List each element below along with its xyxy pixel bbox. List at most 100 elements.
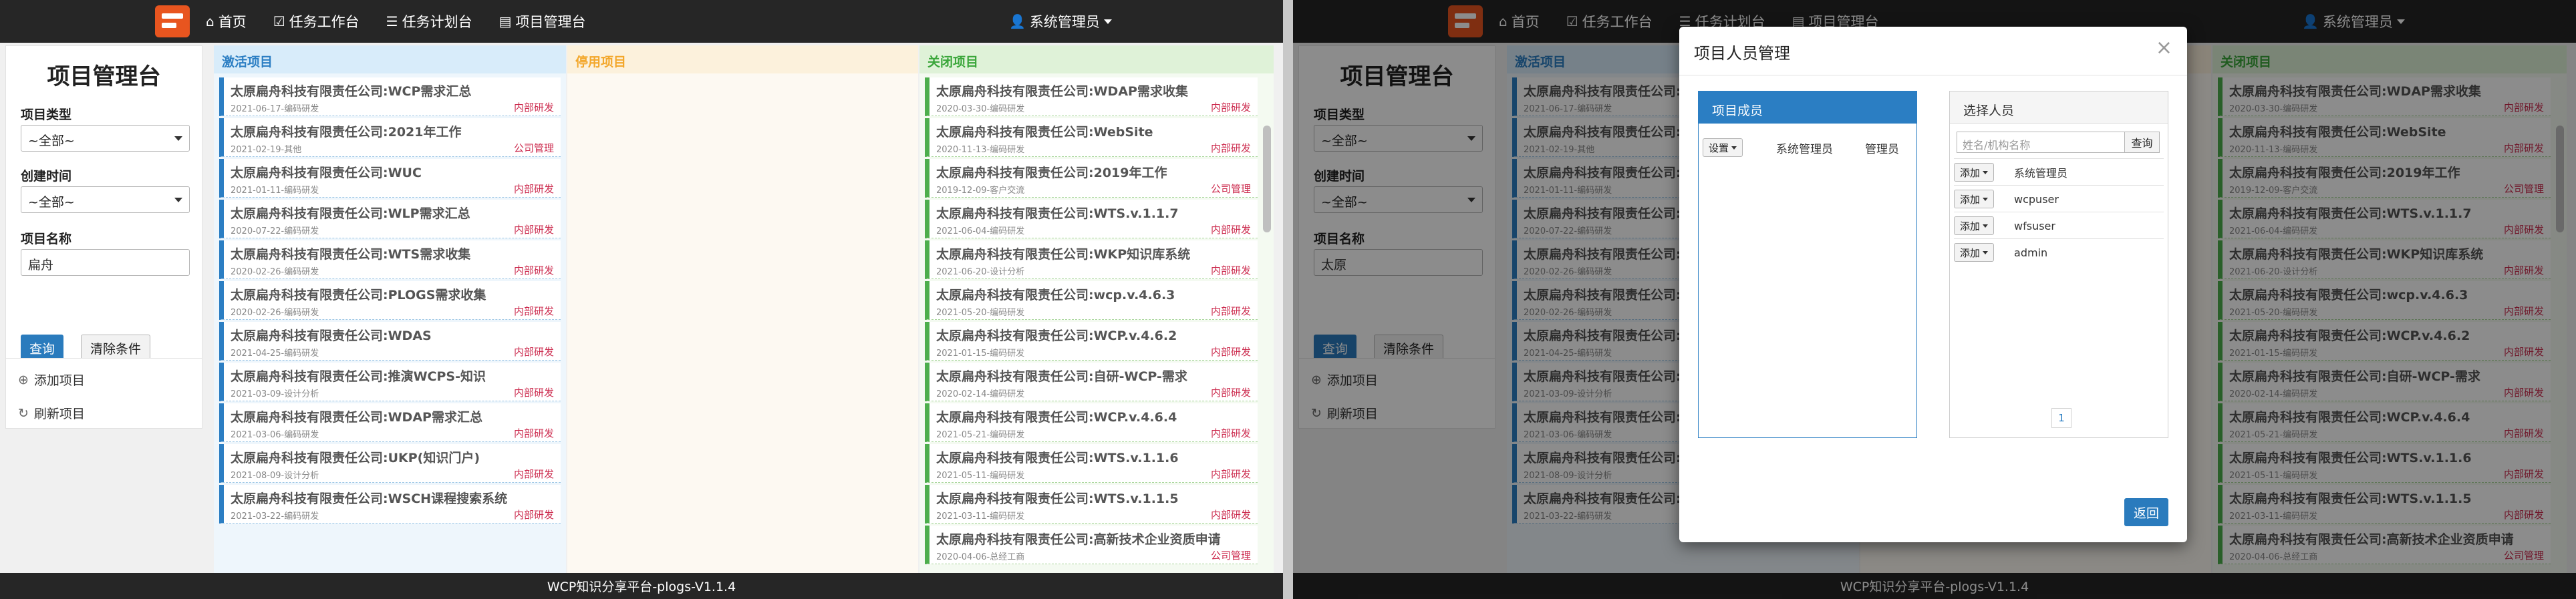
user-icon: 👤 bbox=[1009, 13, 1026, 29]
chevron-down-icon bbox=[1983, 170, 1989, 174]
project-card[interactable]: 太原扁舟科技有限责任公司:WKP知识库系统 2021-06-20-设计分析 内部研发 bbox=[925, 240, 1258, 279]
project-card-meta: 2021-01-11-编码研发 bbox=[231, 186, 319, 196]
project-card-tag: 内部研发 bbox=[1210, 102, 1251, 114]
project-card[interactable]: 太原扁舟科技有限责任公司:WUC 2021-01-11-编码研发 内部研发 bbox=[219, 159, 561, 198]
clear-button[interactable]: 清除条件 bbox=[81, 335, 150, 361]
project-card[interactable]: 太原扁舟科技有限责任公司:WCP.v.4.6.4 2021-05-21-编码研发 内… bbox=[925, 403, 1258, 442]
project-card[interactable]: 太原扁舟科技有限责任公司:自研-WCP-需求 2020-02-14-编码研发 内部研… bbox=[925, 363, 1258, 401]
active-column-title: 激活项目 bbox=[214, 45, 566, 73]
project-card-meta: 2021-03-06-编码研发 bbox=[231, 430, 319, 440]
nav-task-plan[interactable]: ☰ 任务计划台 bbox=[386, 11, 472, 31]
project-card-tag: 内部研发 bbox=[1210, 264, 1251, 276]
project-card-title: 太原扁舟科技有限责任公司:WCP需求汇总 bbox=[231, 84, 472, 99]
project-card-title: 太原扁舟科技有限责任公司:高新技术企业资质申请 bbox=[936, 532, 1221, 547]
add-user-button[interactable]: 添加 bbox=[1954, 190, 1995, 208]
project-card-title: 太原扁舟科技有限责任公司:WDAP需求收集 bbox=[936, 84, 1188, 99]
project-card[interactable]: 太原扁舟科技有限责任公司:2021年工作 2021-02-19-其他 公司管理 bbox=[219, 118, 561, 157]
project-card-meta: 2021-03-09-设计分析 bbox=[231, 389, 319, 399]
add-user-button[interactable]: 添加 bbox=[1954, 216, 1995, 235]
add-user-button[interactable]: 添加 bbox=[1954, 243, 1995, 262]
project-card-tag: 内部研发 bbox=[513, 224, 554, 236]
project-card-tag: 内部研发 bbox=[513, 387, 554, 399]
project-card[interactable]: 太原扁舟科技有限责任公司:高新技术企业资质申请 2020-04-06-总经工商 公司… bbox=[925, 526, 1258, 564]
dialog-title: 项目人员管理 bbox=[1694, 44, 1790, 63]
chevron-down-icon bbox=[1103, 19, 1112, 24]
disabled-column-title: 停用项目 bbox=[567, 45, 918, 73]
type-select[interactable]: ~全部~ bbox=[21, 125, 190, 152]
project-card-tag: 内部研发 bbox=[513, 102, 554, 114]
project-card[interactable]: 太原扁舟科技有限责任公司:wcp.v.4.6.3 2021-05-20-编码研发 内… bbox=[925, 281, 1258, 320]
top-navbar: ⌂ 首页 ☑ 任务工作台 ☰ 任务计划台 ▤ 项目管理台 👤 系统管理员 bbox=[0, 0, 1283, 43]
project-card[interactable]: 太原扁舟科技有限责任公司:WDAS 2021-04-25-编码研发 内部研发 bbox=[219, 322, 561, 361]
briefcase-icon: ▤ bbox=[498, 13, 512, 29]
user-menu[interactable]: 👤 系统管理员 bbox=[1009, 0, 1112, 43]
project-card-title: 太原扁舟科技有限责任公司:WSCH课程搜索系统 bbox=[231, 491, 508, 506]
project-card[interactable]: 太原扁舟科技有限责任公司:WDAP需求汇总 2021-03-06-编码研发 内部研发 bbox=[219, 403, 561, 442]
project-card[interactable]: 太原扁舟科技有限责任公司:WTS.v.1.1.5 2021-03-11-编码研发 内… bbox=[925, 485, 1258, 524]
settings-button-label: 设置 bbox=[1709, 142, 1729, 154]
members-panel: 项目成员 设置 系统管理员 管理员 bbox=[1698, 91, 1917, 438]
filter-panel: 项目管理台 项目类型 ~全部~ 创建时间 ~全部~ 项目名称 扁舟 查询 清除条… bbox=[5, 45, 202, 366]
add-project-button[interactable]: ⊕ 添加项目 bbox=[18, 371, 85, 389]
name-input-value: 扁舟 bbox=[28, 258, 54, 272]
project-card[interactable]: 太原扁舟科技有限责任公司:WCP需求汇总 2021-06-17-编码研发 内部研发 bbox=[219, 77, 561, 116]
project-card-tag: 内部研发 bbox=[513, 427, 554, 439]
project-card-tag: 内部研发 bbox=[513, 468, 554, 480]
scrollbar[interactable] bbox=[1263, 126, 1271, 232]
add-button-label: 添加 bbox=[1960, 246, 1981, 259]
project-card-tag: 内部研发 bbox=[513, 305, 554, 317]
project-card[interactable]: 太原扁舟科技有限责任公司:WTS.v.1.1.6 2021-05-11-编码研发 内… bbox=[925, 444, 1258, 483]
return-button[interactable]: 返回 bbox=[2124, 498, 2168, 526]
project-card[interactable]: 太原扁舟科技有限责任公司:WSCH课程搜索系统 2021-03-22-编码研发 内部… bbox=[219, 485, 561, 524]
project-card[interactable]: 太原扁舟科技有限责任公司:UKP(知识门户) 2021-08-09-设计分析 内部研… bbox=[219, 444, 561, 483]
project-card-title: 太原扁舟科技有限责任公司:推演WCPS-知识 bbox=[231, 369, 486, 384]
nav-project-manage[interactable]: ▤ 项目管理台 bbox=[499, 11, 586, 31]
user-row: 添加 admin bbox=[1954, 238, 2164, 266]
time-select[interactable]: ~全部~ bbox=[21, 186, 190, 213]
project-card-meta: 2020-11-13-编码研发 bbox=[936, 145, 1025, 155]
type-label: 项目类型 bbox=[21, 108, 72, 122]
user-search-input[interactable]: 姓名/机构名称 bbox=[1957, 132, 2125, 153]
logo-icon[interactable] bbox=[155, 5, 190, 37]
refresh-project-button[interactable]: ↻ 刷新项目 bbox=[18, 404, 85, 422]
project-card[interactable]: 太原扁舟科技有限责任公司:WTS需求收集 2020-02-26-编码研发 内部研发 bbox=[219, 240, 561, 279]
settings-button[interactable]: 设置 bbox=[1703, 138, 1743, 157]
project-card[interactable]: 太原扁舟科技有限责任公司:WebSite 2020-11-13-编码研发 内部研发 bbox=[925, 118, 1258, 157]
nav-home-label: 首页 bbox=[218, 14, 247, 30]
left-screen: ⌂ 首页 ☑ 任务工作台 ☰ 任务计划台 ▤ 项目管理台 👤 系统管理员 项目管理台 项目… bbox=[0, 0, 1283, 599]
project-card-tag: 内部研发 bbox=[1210, 468, 1251, 480]
project-card[interactable]: 太原扁舟科技有限责任公司:WDAP需求收集 2020-03-30-编码研发 内部研发 bbox=[925, 77, 1258, 116]
project-card[interactable]: 太原扁舟科技有限责任公司:PLOGS需求收集 2020-02-26-编码研发 内部研… bbox=[219, 281, 561, 320]
nav-home[interactable]: ⌂ 首页 bbox=[206, 11, 247, 31]
project-card-title: 太原扁舟科技有限责任公司:WUC bbox=[231, 166, 422, 180]
project-card-title: 太原扁舟科技有限责任公司:自研-WCP-需求 bbox=[936, 369, 1187, 384]
add-user-button[interactable]: 添加 bbox=[1954, 163, 1995, 182]
project-card-title: 太原扁舟科技有限责任公司:wcp.v.4.6.3 bbox=[936, 288, 1175, 303]
type-select-value: ~全部~ bbox=[28, 134, 75, 148]
closed-column-title: 关闭项目 bbox=[919, 45, 1274, 73]
project-card[interactable]: 太原扁舟科技有限责任公司:WLP需求汇总 2020-07-22-编码研发 内部研发 bbox=[219, 200, 561, 238]
project-card[interactable]: 太原扁舟科技有限责任公司:推演WCPS-知识 2021-03-09-设计分析 内部研… bbox=[219, 363, 561, 401]
project-card-meta: 2020-04-06-总经工商 bbox=[936, 552, 1025, 562]
chevron-down-icon bbox=[174, 136, 182, 141]
project-card-tag: 内部研发 bbox=[513, 183, 554, 195]
col-manager: 管理员 bbox=[1865, 142, 1900, 156]
footer: WCP知识分享平台-plogs-V1.1.4 bbox=[0, 573, 1283, 599]
refresh-icon: ↻ bbox=[18, 405, 29, 421]
project-card[interactable]: 太原扁舟科技有限责任公司:WTS.v.1.1.7 2021-06-04-编码研发 内… bbox=[925, 200, 1258, 238]
nav-task-workbench[interactable]: ☑ 任务工作台 bbox=[273, 11, 360, 31]
project-card-meta: 2020-03-30-编码研发 bbox=[936, 104, 1025, 114]
project-card-meta: 2021-05-11-编码研发 bbox=[936, 471, 1025, 481]
project-card-title: 太原扁舟科技有限责任公司:UKP(知识门户) bbox=[231, 451, 480, 465]
name-input[interactable]: 扁舟 bbox=[21, 249, 190, 276]
project-card-title: 太原扁舟科技有限责任公司:WTS.v.1.1.7 bbox=[936, 206, 1179, 221]
project-card[interactable]: 太原扁舟科技有限责任公司:2019年工作 2019-12-09-客户交流 公司管理 bbox=[925, 159, 1258, 198]
project-card-title: 太原扁舟科技有限责任公司:WTS需求收集 bbox=[231, 247, 471, 262]
home-icon: ⌂ bbox=[206, 13, 214, 29]
query-button[interactable]: 查询 bbox=[21, 335, 63, 361]
close-icon[interactable]: × bbox=[2156, 36, 2172, 59]
pagination-page[interactable]: 1 bbox=[2051, 408, 2071, 428]
project-card[interactable]: 太原扁舟科技有限责任公司:WCP.v.4.6.2 2021-01-15-编码研发 内… bbox=[925, 322, 1258, 361]
user-search-button[interactable]: 查询 bbox=[2125, 132, 2160, 153]
nav-task-workbench-label: 任务工作台 bbox=[289, 14, 360, 30]
